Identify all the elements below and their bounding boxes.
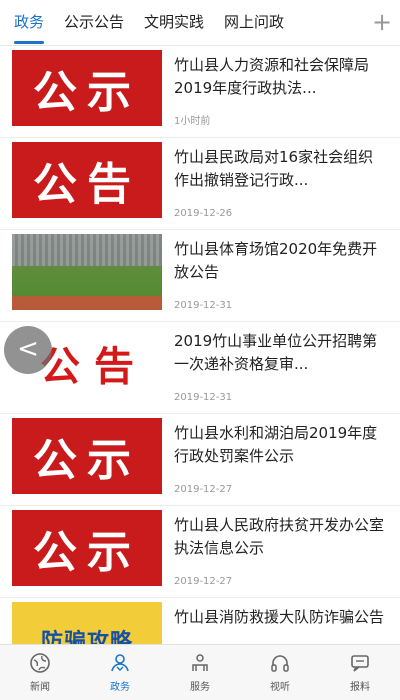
article-date: 2019-12-31 (174, 300, 233, 311)
article-title: 竹山县水利和湖泊局2019年度行政处罚案件公示 (174, 424, 378, 464)
globe-icon (28, 651, 52, 675)
chat-icon (348, 651, 372, 675)
article-title: 竹山县体育场馆2020年免费开放公告 (174, 240, 378, 280)
stadium-photo (12, 234, 162, 310)
bottom-nav: 新闻 政务 服务 视听 报料 (0, 644, 400, 700)
article-date: 2019-12-26 (174, 208, 233, 219)
nav-label: 视听 (270, 682, 290, 693)
article-title: 2019竹山事业单位公开招聘第一次递补资格复审... (174, 332, 378, 372)
thumbnail-text: 公示 (33, 435, 141, 486)
people-icon (108, 651, 132, 675)
article-date: 1小时前 (174, 116, 211, 127)
nav-item-service[interactable]: 服务 (160, 645, 240, 700)
article-thumbnail: 公告 (12, 142, 162, 218)
headphones-icon (268, 651, 292, 675)
nav-item-news[interactable]: 新闻 (0, 645, 80, 700)
list-item[interactable]: 公示 竹山县人力资源和社会保障局2019年度行政执法... 1小时前 (0, 46, 400, 138)
thumbnail-text: 公 告 (40, 343, 134, 390)
tab-wenming-shijian[interactable]: 文明实践 (134, 0, 214, 45)
list-item[interactable]: 竹山县体育场馆2020年免费开放公告 2019-12-31 (0, 230, 400, 322)
tab-zhengwu[interactable]: 政务 (0, 0, 54, 45)
nav-item-audiovisual[interactable]: 视听 (240, 645, 320, 700)
thumbnail-text: 公示 (33, 67, 141, 118)
list-item[interactable]: 公告 竹山县民政局对16家社会组织作出撤销登记行政... 2019-12-26 (0, 138, 400, 230)
back-arrow-icon[interactable]: < (4, 326, 52, 374)
thumbnail-text: 公告 (33, 159, 141, 210)
article-date: 2019-12-27 (174, 576, 233, 587)
article-thumbnail: 公示 (12, 510, 162, 586)
nav-label: 服务 (190, 682, 210, 693)
nav-item-zhengwu[interactable]: 政务 (80, 645, 160, 700)
list-item[interactable]: 防骗攻略 竹山县消防救援大队防诈骗公告 (0, 598, 400, 644)
service-icon (188, 651, 212, 675)
article-title: 竹山县消防救援大队防诈骗公告 (174, 608, 385, 626)
thumbnail-text: 防骗攻略 (40, 630, 133, 644)
list-item[interactable]: 公 告 2019竹山事业单位公开招聘第一次递补资格复审... 2019-12-3… (0, 322, 400, 414)
article-title: 竹山县民政局对16家社会组织作出撤销登记行政... (174, 148, 374, 188)
nav-item-report[interactable]: 报料 (320, 645, 400, 700)
article-title: 竹山县人力资源和社会保障局2019年度行政执法... (174, 56, 370, 96)
plus-icon[interactable]: + (364, 0, 400, 45)
article-thumbnail: 公示 (12, 50, 162, 126)
top-tab-bar: 政务 公示公告 文明实践 网上问政 + (0, 0, 400, 46)
list-item[interactable]: 公示 竹山县水利和湖泊局2019年度行政处罚案件公示 2019-12-27 (0, 414, 400, 506)
article-list: 公示 竹山县人力资源和社会保障局2019年度行政执法... 1小时前 公告 竹山… (0, 46, 400, 644)
article-thumbnail: 防骗攻略 (12, 602, 162, 644)
nav-label: 新闻 (30, 682, 50, 693)
article-date: 2019-12-27 (174, 484, 233, 495)
nav-label: 报料 (350, 682, 370, 693)
article-title: 竹山县人民政府扶贫开发办公室执法信息公示 (174, 516, 385, 556)
article-date: 2019-12-31 (174, 392, 233, 403)
article-thumbnail: 公示 (12, 418, 162, 494)
tab-gongshi-gonggao[interactable]: 公示公告 (54, 0, 134, 45)
tab-wangshang-wenzheng[interactable]: 网上问政 (214, 0, 294, 45)
list-item[interactable]: 公示 竹山县人民政府扶贫开发办公室执法信息公示 2019-12-27 (0, 506, 400, 598)
nav-label: 政务 (110, 682, 130, 693)
thumbnail-text: 公示 (33, 527, 141, 578)
